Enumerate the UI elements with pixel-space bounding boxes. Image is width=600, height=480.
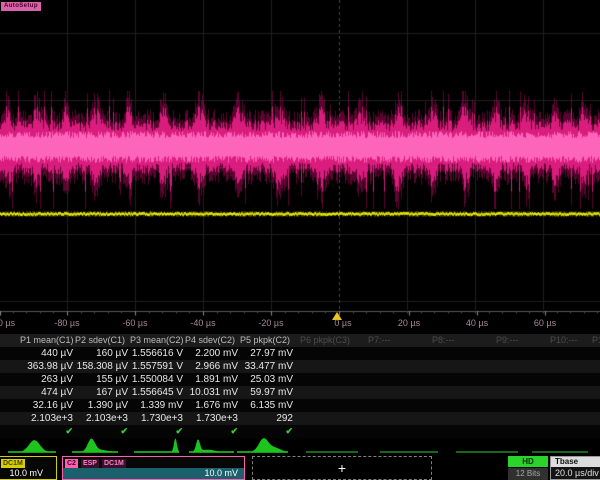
histogram-icon-p1[interactable]	[8, 436, 56, 455]
stat-row-value: 440 µV 160 µV 1.556616 V 2.200 mV 27.97 mV	[0, 347, 600, 360]
histogram-icon-p5[interactable]	[237, 436, 288, 455]
stat-cell-p2: 1.390 µV	[88, 400, 128, 411]
stat-cell-p5: 59.97 mV	[250, 387, 293, 398]
stat-row-mean: 363.98 µV 158.308 µV 1.557591 V 2.966 mV 33.…	[0, 360, 600, 373]
histicon-row	[0, 436, 600, 455]
stat-cell-p4: 1.676 mV	[195, 400, 238, 411]
stat-cell-p2: 2.103e+3	[86, 413, 128, 424]
table-header-row: P1 mean(C1)P2 sdev(C1) P3 mean(C2)P4 sdev…	[0, 334, 600, 347]
histicon-baseline-dash	[380, 451, 438, 453]
param-header-p2[interactable]: P2 sdev(C1)	[75, 335, 125, 345]
oscilloscope-screen: AutoSetup -100 µs -80 µs -60 µs -40 µs -20 µ…	[0, 0, 600, 480]
stat-cell-p4: 1.730e+3	[196, 413, 238, 424]
axis-tick-label: 40 µs	[466, 318, 488, 328]
measurement-table: P1 mean(C1)P2 sdev(C1) P3 mean(C2)P4 sdev…	[0, 334, 600, 438]
bit-depth-label: 12 Bits	[508, 468, 548, 480]
stat-cell-p1: 440 µV	[41, 348, 73, 359]
stat-cell-p4: 1.891 mV	[195, 374, 238, 385]
c2-label: C2	[65, 459, 78, 468]
param-header-p3[interactable]: P3 mean(C2)	[130, 335, 184, 345]
c2-scale-value: 10.0 mV	[63, 468, 244, 479]
param-header-p5[interactable]: P5 pkpk(C2)	[240, 335, 290, 345]
stat-cell-p3: 1.730e+3	[141, 413, 183, 424]
stat-cell-p2: 167 µV	[96, 387, 128, 398]
param-header-p9[interactable]: P9:---	[496, 335, 519, 345]
histicon-baseline-dash	[306, 451, 358, 453]
stat-cell-p2: 158.308 µV	[77, 361, 128, 372]
hd-badge: HD	[508, 456, 548, 467]
stat-cell-p1: 2.103e+3	[31, 413, 73, 424]
axis-tick-label: -20 µs	[258, 318, 283, 328]
stat-cell-p1: 363.98 µV	[27, 361, 73, 372]
stat-cell-p1: 474 µV	[41, 387, 73, 398]
axis-tick-label: 0 µs	[334, 318, 351, 328]
stat-cell-p5: 6.135 mV	[250, 400, 293, 411]
stat-cell-p1: 263 µV	[41, 374, 73, 385]
param-header-p10[interactable]: P10:---	[550, 335, 578, 345]
stat-cell-p1: 32.16 µV	[33, 400, 73, 411]
stat-cell-p3: 1.556645 V	[132, 387, 183, 398]
c1-scale-value: 10.0 mV	[0, 468, 56, 479]
waveform-grid[interactable]	[0, 0, 600, 316]
c1-descriptor-top: C1 DC1M	[0, 457, 56, 468]
axis-tick-label: 60 µs	[534, 318, 556, 328]
channel-c2-descriptor[interactable]: C2 ESP DC1M 10.0 mV	[62, 456, 245, 480]
stat-cell-p4: 2.966 mV	[195, 361, 238, 372]
histicon-baseline-dash	[532, 451, 588, 453]
stat-cell-p2: 160 µV	[96, 348, 128, 359]
stat-cell-p3: 1.557591 V	[132, 361, 183, 372]
c2-esp-badge: ESP	[81, 459, 99, 468]
stat-cell-p5: 25.03 mV	[250, 374, 293, 385]
stat-cell-p4: 10.031 mV	[190, 387, 238, 398]
c1-coupling-badge: DC1M	[1, 459, 25, 468]
timebase-title: Tbase	[551, 457, 600, 467]
c2-coupling-badge: DC1M	[102, 459, 126, 468]
descriptor-bar: C1 DC1M 10.0 mV C2 ESP DC1M 10.0 mV + HD…	[0, 456, 600, 480]
channel-c1-descriptor[interactable]: C1 DC1M 10.0 mV	[0, 456, 57, 480]
param-header-p8[interactable]: P8:---	[432, 335, 455, 345]
axis-tick-label: -100 µs	[0, 318, 15, 328]
axis-tick-label: 20 µs	[398, 318, 420, 328]
param-header-p7[interactable]: P7:---	[368, 335, 391, 345]
stat-cell-p5: 33.477 mV	[245, 361, 293, 372]
stat-cell-p5: 292	[276, 413, 293, 424]
histogram-icon-p3[interactable]	[134, 436, 179, 455]
stat-cell-p3: 1.556616 V	[132, 348, 183, 359]
axis-tick-label: -60 µs	[122, 318, 147, 328]
add-channel-button[interactable]: +	[252, 456, 432, 480]
stat-cell-p2: 155 µV	[96, 374, 128, 385]
param-header-p4[interactable]: P4 sdev(C2)	[185, 335, 235, 345]
stat-row-sdev: 32.16 µV 1.390 µV 1.339 mV 1.676 mV 6.135 mV	[0, 399, 600, 412]
axis-tick-label: -40 µs	[190, 318, 215, 328]
param-header-p11[interactable]: P11	[592, 335, 600, 345]
hd-mode-indicator[interactable]: HD 12 Bits	[508, 456, 548, 480]
autosetup-badge[interactable]: AutoSetup	[1, 2, 41, 11]
stat-row-min: 263 µV 155 µV 1.550084 V 1.891 mV 25.03 mV	[0, 373, 600, 386]
stat-row-num: 2.103e+3 2.103e+3 1.730e+3 1.730e+3 292	[0, 412, 600, 425]
c2-descriptor-top: C2 ESP DC1M	[63, 457, 244, 468]
param-header-p6[interactable]: P6 pkpk(C3)	[300, 335, 350, 345]
stat-cell-p3: 1.339 mV	[140, 400, 183, 411]
stat-row-max: 474 µV 167 µV 1.556645 V 10.031 mV 59.97 mV	[0, 386, 600, 399]
param-header-p1[interactable]: P1 mean(C1)	[20, 335, 74, 345]
histicon-baseline-dash	[456, 451, 518, 453]
stat-cell-p5: 27.97 mV	[250, 348, 293, 359]
histogram-icon-p4[interactable]	[189, 436, 234, 455]
stat-cell-p3: 1.550084 V	[132, 374, 183, 385]
histogram-icon-p2[interactable]	[72, 436, 118, 455]
timebase-descriptor[interactable]: Tbase 20.0 µs/div	[550, 456, 600, 480]
stat-cell-p4: 2.200 mV	[195, 348, 238, 359]
time-axis: -100 µs -80 µs -60 µs -40 µs -20 µs 0 µs 20 µs…	[0, 316, 600, 334]
timebase-value: 20.0 µs/div	[551, 467, 600, 479]
axis-tick-label: -80 µs	[54, 318, 79, 328]
